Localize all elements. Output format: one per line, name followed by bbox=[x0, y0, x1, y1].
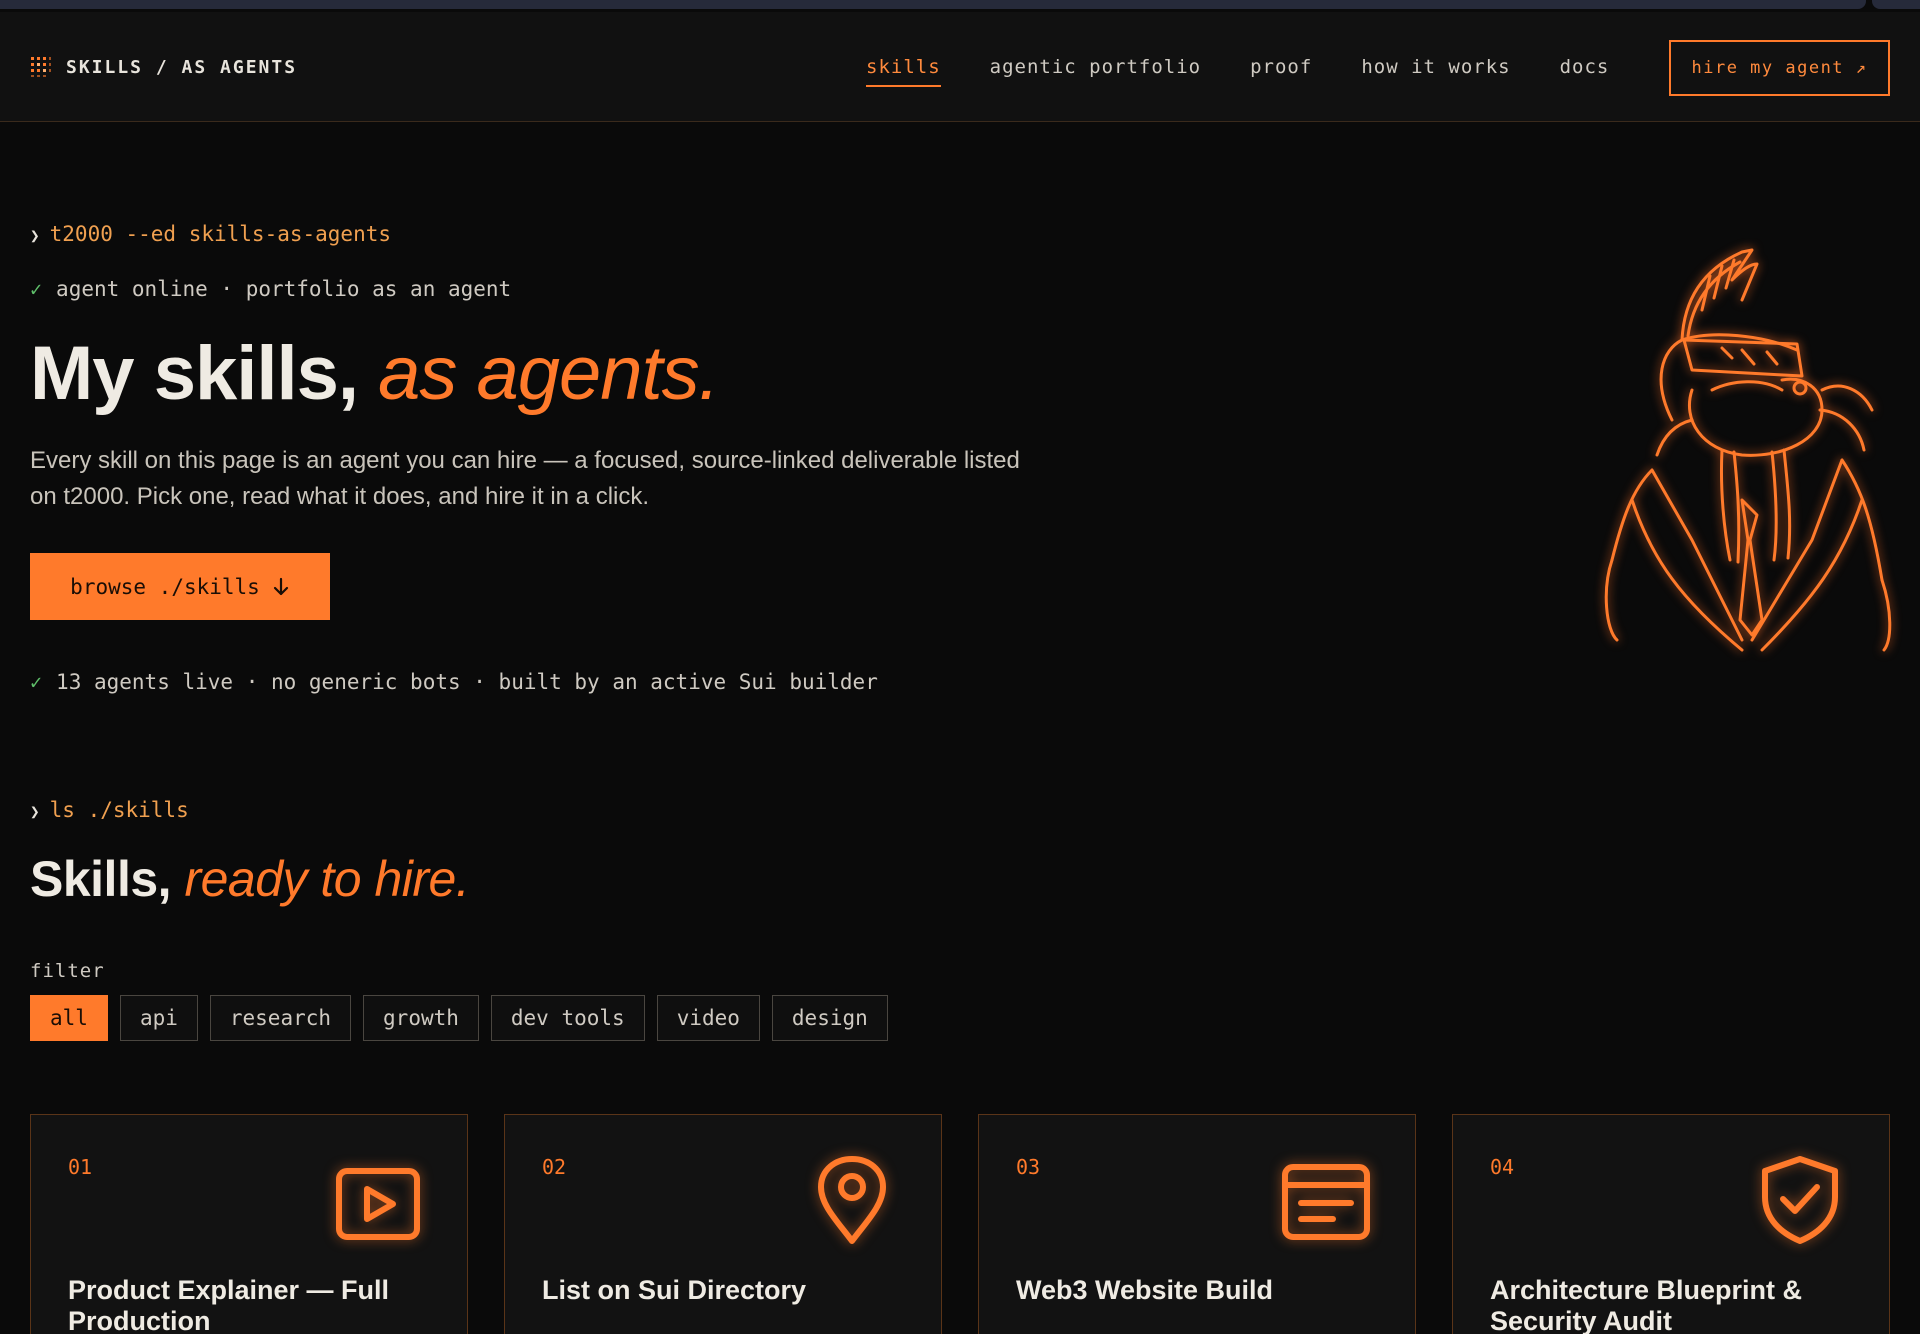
nav-how-it-works[interactable]: how it works bbox=[1361, 56, 1510, 78]
hero-title: My skills, as agents. bbox=[30, 330, 720, 417]
hero-lede: Every skill on this page is an agent you… bbox=[30, 447, 1020, 510]
card-title: Web3 Website Build bbox=[1016, 1275, 1274, 1305]
filter-chips: all api research growth dev tools video … bbox=[30, 995, 888, 1041]
card-number: 04 bbox=[1490, 1155, 1515, 1179]
browser-window-icon bbox=[1282, 1164, 1370, 1240]
skills-title-plain: Skills, bbox=[30, 851, 172, 907]
skill-card[interactable]: 01 Product Explainer — Full Production bbox=[30, 1114, 468, 1334]
filter-research[interactable]: research bbox=[209, 995, 352, 1041]
card-number: 03 bbox=[1016, 1155, 1041, 1179]
skills-title: Skills, ready to hire. bbox=[30, 850, 470, 908]
agent-status: ✓ agent online · portfolio as an agent bbox=[30, 277, 511, 301]
grid-logo-icon bbox=[31, 57, 51, 77]
browse-skills-label: browse ./skills bbox=[70, 574, 260, 599]
check-icon: ✓ bbox=[30, 277, 43, 301]
card-title: Product Explainer — Full Production bbox=[68, 1275, 390, 1334]
filter-growth[interactable]: growth bbox=[363, 995, 479, 1041]
site-header: SKILLS / AS AGENTS skills agentic portfo… bbox=[0, 12, 1920, 122]
brand[interactable]: SKILLS / AS AGENTS bbox=[30, 12, 297, 122]
skill-cards: 01 Product Explainer — Full Production 0… bbox=[30, 1114, 1890, 1334]
hero-title-accent: as agents. bbox=[378, 331, 720, 416]
walrus-mascot-icon bbox=[1604, 248, 1892, 652]
skill-card[interactable]: 02 List on Sui Directory bbox=[504, 1114, 942, 1334]
card-number: 02 bbox=[542, 1155, 567, 1179]
hero-command-text: t2000 --ed skills-as-agents bbox=[49, 222, 392, 246]
filter-all[interactable]: all bbox=[30, 995, 108, 1041]
hero-command: ❯ t2000 --ed skills-as-agents bbox=[30, 222, 391, 246]
arrow-down-icon bbox=[273, 577, 288, 595]
prompt-caret-icon: ❯ bbox=[30, 226, 40, 245]
main-nav: skills agentic portfolio proof how it wo… bbox=[866, 12, 1658, 122]
card-title: List on Sui Directory bbox=[542, 1275, 807, 1305]
browse-skills-button[interactable]: browse ./skills bbox=[30, 553, 330, 620]
prompt-caret-icon: ❯ bbox=[30, 802, 40, 821]
card-number: 01 bbox=[68, 1155, 93, 1179]
hero-stats-text: 13 agents live · no generic bots · built… bbox=[56, 670, 878, 694]
hero-title-plain: My skills, bbox=[30, 331, 359, 416]
card-title: Architecture Blueprint & Security Audit bbox=[1490, 1275, 1803, 1334]
nav-docs[interactable]: docs bbox=[1560, 56, 1610, 78]
filter-api[interactable]: api bbox=[119, 995, 198, 1041]
filter-design[interactable]: design bbox=[771, 995, 888, 1041]
skills-title-accent: ready to hire. bbox=[184, 851, 470, 907]
brand-label: SKILLS / AS AGENTS bbox=[66, 56, 298, 78]
skill-card[interactable]: 04 Architecture Blueprint & Security Aud… bbox=[1452, 1114, 1890, 1334]
browser-tab-strip bbox=[0, 0, 1866, 9]
agent-status-text: agent online · portfolio as an agent bbox=[56, 277, 512, 301]
filter-video[interactable]: video bbox=[656, 995, 760, 1041]
skills-command: ❯ ls ./skills bbox=[30, 798, 189, 822]
skill-card[interactable]: 03 Web3 Website Build bbox=[978, 1114, 1416, 1334]
hire-my-agent-button[interactable]: hire my agent ↗ bbox=[1669, 40, 1890, 96]
nav-skills[interactable]: skills bbox=[866, 56, 941, 87]
check-icon: ✓ bbox=[30, 670, 43, 694]
filter-label: filter bbox=[30, 960, 105, 982]
video-play-icon bbox=[336, 1168, 420, 1240]
nav-proof[interactable]: proof bbox=[1250, 56, 1312, 78]
shield-check-icon bbox=[1762, 1156, 1838, 1244]
browser-tab-strip-right bbox=[1872, 0, 1920, 9]
filter-dev-tools[interactable]: dev tools bbox=[490, 995, 645, 1041]
nav-agentic-portfolio[interactable]: agentic portfolio bbox=[990, 56, 1201, 78]
hero-stats: ✓ 13 agents live · no generic bots · bui… bbox=[30, 670, 878, 694]
skills-command-text: ls ./skills bbox=[49, 798, 189, 822]
browser-top-strip bbox=[0, 0, 1920, 12]
map-pin-icon bbox=[818, 1156, 886, 1244]
